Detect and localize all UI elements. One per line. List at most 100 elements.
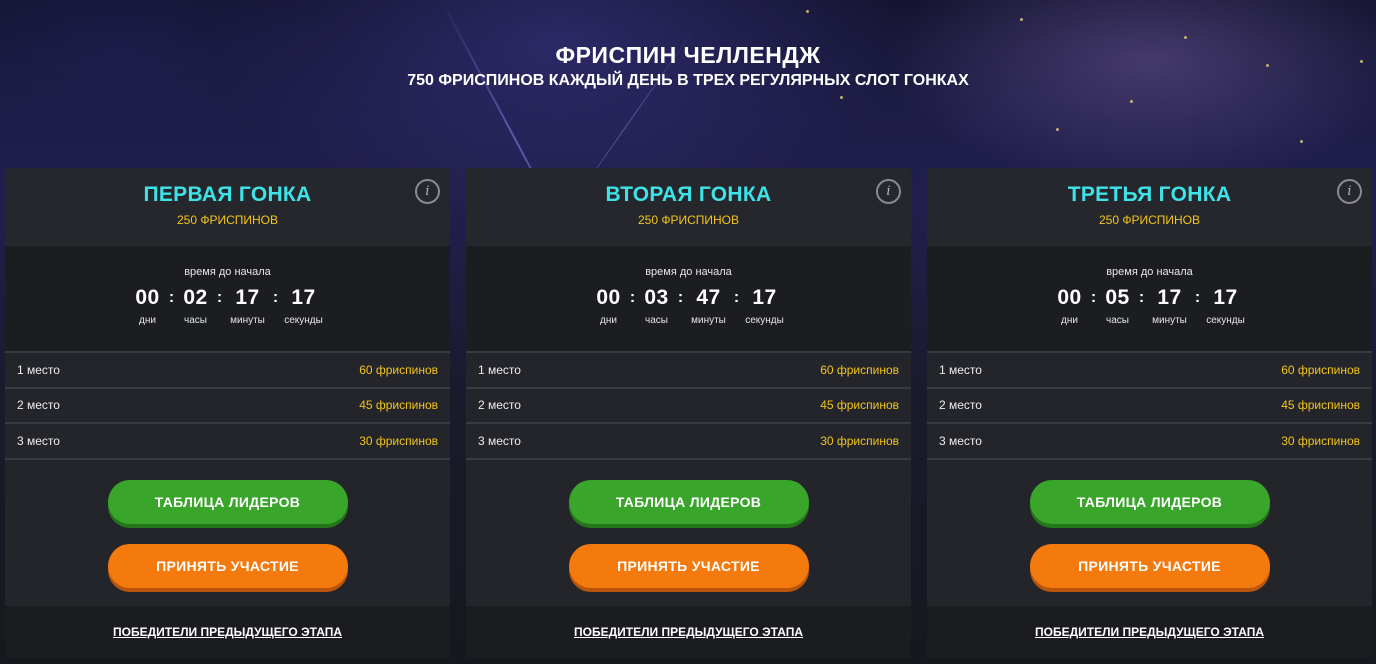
timer-days: 00 дни bbox=[590, 285, 628, 327]
page-title: ФРИСПИН ЧЕЛЛЕНДЖ bbox=[555, 42, 821, 68]
prize-row: 1 место 60 фриспинов bbox=[927, 353, 1372, 389]
timer-minutes-value: 47 bbox=[696, 286, 721, 309]
timer-seconds: 17 секунды bbox=[281, 285, 327, 327]
info-icon[interactable]: i bbox=[1337, 179, 1362, 204]
page-subtitle: 750 ФРИСПИНОВ КАЖДЫЙ ДЕНЬ В ТРЕХ РЕГУЛЯР… bbox=[407, 72, 969, 89]
card-footer: ПОБЕДИТЕЛИ ПРЕДЫДУЩЕГО ЭТАПА bbox=[466, 606, 911, 658]
prize-row: 2 место 45 фриспинов bbox=[5, 389, 450, 424]
timer-seconds-value: 17 bbox=[1213, 286, 1238, 309]
timer-minutes-value: 17 bbox=[235, 286, 260, 309]
countdown-timer: время до начала 00 дни : 02 часы : 17 ми… bbox=[5, 246, 450, 351]
timer-seconds-value: 17 bbox=[291, 286, 316, 309]
prize-place: 2 место bbox=[478, 398, 521, 413]
info-icon[interactable]: i bbox=[876, 179, 901, 204]
timer-minutes-label: минуты bbox=[691, 315, 726, 326]
timer-separator: : bbox=[216, 289, 223, 306]
timer-caption: время до начала bbox=[645, 266, 732, 278]
timer-caption: время до начала bbox=[184, 266, 271, 278]
prize-value: 45 фриспинов bbox=[359, 398, 438, 413]
info-icon[interactable]: i bbox=[415, 179, 440, 204]
timer-minutes: 47 минуты bbox=[686, 285, 732, 327]
timer-minutes-label: минуты bbox=[230, 315, 265, 326]
join-race-button[interactable]: ПРИНЯТЬ УЧАСТИЕ bbox=[107, 543, 348, 588]
timer-seconds: 17 секунды bbox=[742, 285, 788, 327]
prize-place: 1 место bbox=[478, 362, 521, 377]
timer-days-label: дни bbox=[1061, 315, 1078, 326]
timer-hours-label: часы bbox=[184, 315, 207, 326]
timer-hours-value: 03 bbox=[644, 286, 669, 309]
prize-value: 30 фриспинов bbox=[359, 433, 438, 448]
prize-list: 1 место 60 фриспинов 2 место 45 фриспино… bbox=[927, 351, 1372, 460]
prize-value: 45 фриспинов bbox=[820, 398, 899, 413]
race-title: ПЕРВАЯ ГОНКА bbox=[143, 183, 312, 206]
previous-winners-link[interactable]: ПОБЕДИТЕЛИ ПРЕДЫДУЩЕГО ЭТАПА bbox=[113, 625, 342, 639]
timer-separator: : bbox=[168, 289, 175, 306]
timer-separator: : bbox=[733, 289, 740, 306]
timer-seconds-label: секунды bbox=[284, 315, 323, 326]
timer-separator: : bbox=[629, 289, 636, 306]
race-card-header: ВТОРАЯ ГОНКА 250 ФРИСПИНОВ i bbox=[466, 168, 911, 246]
race-prize-pool: 250 ФРИСПИНОВ bbox=[176, 213, 279, 227]
race-title: ТРЕТЬЯ ГОНКА bbox=[1067, 183, 1232, 206]
timer-days: 00 дни bbox=[129, 285, 167, 327]
background-star bbox=[1130, 100, 1133, 103]
card-footer: ПОБЕДИТЕЛИ ПРЕДЫДУЩЕГО ЭТАПА bbox=[927, 606, 1372, 658]
prize-place: 3 место bbox=[939, 433, 982, 448]
prize-place: 3 место bbox=[478, 433, 521, 448]
race-card-first: ПЕРВАЯ ГОНКА 250 ФРИСПИНОВ i время до на… bbox=[5, 168, 450, 658]
race-prize-pool: 250 ФРИСПИНОВ bbox=[1098, 213, 1201, 227]
timer-caption: время до начала bbox=[1106, 266, 1193, 278]
timer-minutes-value: 17 bbox=[1157, 286, 1182, 309]
page-header: ФРИСПИН ЧЕЛЛЕНДЖ 750 ФРИСПИНОВ КАЖДЫЙ ДЕ… bbox=[0, 40, 1376, 92]
race-card-second: ВТОРАЯ ГОНКА 250 ФРИСПИНОВ i время до на… bbox=[466, 168, 911, 658]
timer-hours-label: часы bbox=[645, 315, 668, 326]
join-race-button[interactable]: ПРИНЯТЬ УЧАСТИЕ bbox=[568, 543, 809, 588]
timer-days-label: дни bbox=[139, 315, 156, 326]
prize-place: 2 место bbox=[17, 398, 60, 413]
join-race-button[interactable]: ПРИНЯТЬ УЧАСТИЕ bbox=[1029, 543, 1270, 588]
leaderboard-button[interactable]: ТАБЛИЦА ЛИДЕРОВ bbox=[1029, 479, 1270, 524]
timer-days-value: 00 bbox=[135, 286, 160, 309]
prize-row: 1 место 60 фриспинов bbox=[5, 353, 450, 389]
prize-list: 1 место 60 фриспинов 2 место 45 фриспино… bbox=[5, 351, 450, 460]
prize-row: 3 место 30 фриспинов bbox=[466, 424, 911, 460]
timer-separator: : bbox=[1194, 289, 1201, 306]
prize-value: 60 фриспинов bbox=[359, 362, 438, 377]
prize-value: 30 фриспинов bbox=[820, 433, 899, 448]
timer-days-label: дни bbox=[600, 315, 617, 326]
countdown-timer: время до начала 00 дни : 03 часы : 47 ми… bbox=[466, 246, 911, 351]
card-footer: ПОБЕДИТЕЛИ ПРЕДЫДУЩЕГО ЭТАПА bbox=[5, 606, 450, 658]
timer-minutes: 17 минуты bbox=[1147, 285, 1193, 327]
timer-days-value: 00 bbox=[1057, 286, 1082, 309]
previous-winners-link[interactable]: ПОБЕДИТЕЛИ ПРЕДЫДУЩЕГО ЭТАПА bbox=[574, 625, 803, 639]
race-card-header: ПЕРВАЯ ГОНКА 250 ФРИСПИНОВ i bbox=[5, 168, 450, 246]
race-card-header: ТРЕТЬЯ ГОНКА 250 ФРИСПИНОВ i bbox=[927, 168, 1372, 246]
timer-hours-value: 02 bbox=[183, 286, 208, 309]
timer-days-value: 00 bbox=[596, 286, 621, 309]
background-star bbox=[806, 10, 809, 13]
leaderboard-button[interactable]: ТАБЛИЦА ЛИДЕРОВ bbox=[107, 479, 348, 524]
timer-hours: 02 часы bbox=[177, 285, 215, 327]
prize-value: 45 фриспинов bbox=[1281, 398, 1360, 413]
prize-value: 60 фриспинов bbox=[820, 362, 899, 377]
prize-row: 3 место 30 фриспинов bbox=[927, 424, 1372, 460]
timer-separator: : bbox=[1138, 289, 1145, 306]
timer-hours-value: 05 bbox=[1105, 286, 1130, 309]
prize-row: 2 место 45 фриспинов bbox=[927, 389, 1372, 424]
timer-hours: 03 часы bbox=[638, 285, 676, 327]
prize-place: 1 место bbox=[939, 362, 982, 377]
timer-seconds: 17 секунды bbox=[1203, 285, 1249, 327]
countdown-timer: время до начала 00 дни : 05 часы : 17 ми… bbox=[927, 246, 1372, 351]
leaderboard-button[interactable]: ТАБЛИЦА ЛИДЕРОВ bbox=[568, 479, 809, 524]
timer-seconds-label: секунды bbox=[1206, 315, 1245, 326]
timer-minutes-label: минуты bbox=[1152, 315, 1187, 326]
race-title: ВТОРАЯ ГОНКА bbox=[605, 183, 772, 206]
previous-winners-link[interactable]: ПОБЕДИТЕЛИ ПРЕДЫДУЩЕГО ЭТАПА bbox=[1035, 625, 1264, 639]
prize-row: 3 место 30 фриспинов bbox=[5, 424, 450, 460]
prize-value: 30 фриспинов bbox=[1281, 433, 1360, 448]
timer-minutes: 17 минуты bbox=[225, 285, 271, 327]
timer-days: 00 дни bbox=[1051, 285, 1089, 327]
timer-hours-label: часы bbox=[1106, 315, 1129, 326]
prize-row: 1 место 60 фриспинов bbox=[466, 353, 911, 389]
timer-hours: 05 часы bbox=[1099, 285, 1137, 327]
